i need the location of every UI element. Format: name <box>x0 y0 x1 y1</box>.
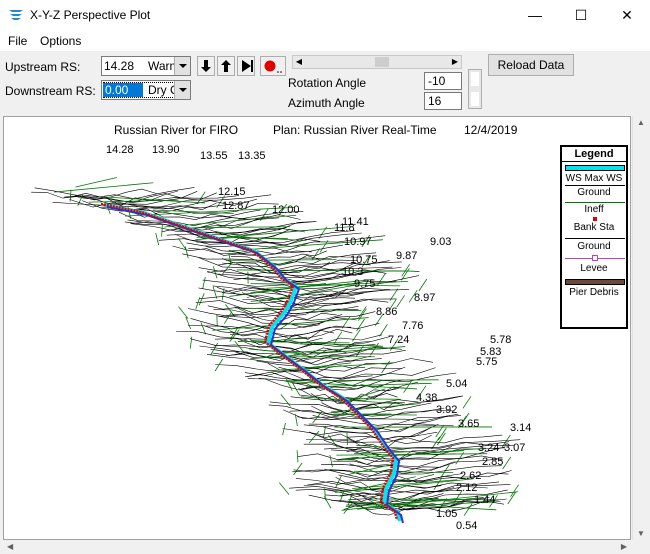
legend-swatch-ineff <box>565 202 625 203</box>
rs-label: 12.00 <box>272 204 300 216</box>
rs-label: 13.35 <box>238 150 266 162</box>
minimize-icon: — <box>528 7 542 23</box>
chevron-down-icon[interactable] <box>174 57 190 75</box>
rs-label: 11.8 <box>334 222 355 234</box>
angle-spinner[interactable] <box>468 69 482 109</box>
close-icon: ✕ <box>621 7 633 23</box>
menu-options[interactable]: Options <box>40 34 81 48</box>
rs-label: 13.90 <box>152 144 180 156</box>
downstream-label: Downstream RS: <box>5 84 96 98</box>
record-button[interactable] <box>260 56 286 76</box>
title-bar: X-Y-Z Perspective Plot — ☐ ✕ <box>0 0 650 31</box>
maximize-icon: ☐ <box>574 7 588 23</box>
play-icon <box>242 60 253 72</box>
rs-label: 9.87 <box>396 250 417 262</box>
downstream-rs-desc: Dry Cr <box>148 83 174 97</box>
rs-label: 2.62 <box>460 470 481 482</box>
upstream-rs-value: 14.28 <box>104 59 135 73</box>
play-button[interactable] <box>237 56 255 76</box>
rs-label: 10.3 <box>342 266 363 278</box>
azimuth-label: Azimuth Angle <box>288 96 365 110</box>
rs-label: 8.97 <box>414 292 435 304</box>
rs-label: 3.65 <box>458 418 479 430</box>
rs-label: 0.54 <box>456 520 477 532</box>
rs-label: 9.03 <box>430 236 451 248</box>
legend-item-ground-2: Ground <box>577 241 611 252</box>
rs-label: 3.92 <box>436 404 457 416</box>
reload-data-button[interactable]: Reload Data <box>488 54 574 76</box>
spin-up-icon[interactable] <box>471 72 479 86</box>
rs-label: 5.78 <box>490 334 511 346</box>
legend-swatch-pier <box>565 279 625 285</box>
horizontal-scrollbar[interactable]: ◀ ▶ <box>3 540 631 554</box>
arrow-up-button[interactable] <box>217 56 235 76</box>
animation-slider[interactable]: ◀ ▶ <box>292 55 462 69</box>
maximize-button[interactable]: ☐ <box>558 0 604 31</box>
scroll-left-icon[interactable]: ◀ <box>293 56 305 68</box>
app-icon <box>9 10 23 20</box>
rs-label: 14.28 <box>106 144 134 156</box>
legend-item-ground: Ground <box>577 187 611 198</box>
legend-swatch-ws <box>565 165 625 171</box>
upstream-rs-select[interactable]: 14.28 Warm <box>101 56 191 76</box>
legend-item-bank: Bank Sta <box>573 222 615 233</box>
scroll-left-icon[interactable]: ◀ <box>7 542 13 551</box>
rs-label: 7.24 <box>388 334 409 346</box>
menu-file[interactable]: File <box>8 34 27 48</box>
perspective-plot[interactable]: Russian River for FIRO Plan: Russian Riv… <box>3 116 631 540</box>
slider-thumb[interactable] <box>375 57 389 67</box>
toolbar: Upstream RS: 14.28 Warm Downstream RS: 0… <box>0 51 650 115</box>
rs-label: 3.07 <box>504 442 525 454</box>
legend-item-ineff: Ineff <box>584 204 604 215</box>
rs-label: 2.12 <box>456 482 477 494</box>
minimize-button[interactable]: — <box>512 0 558 31</box>
legend-item-levee: Levee <box>580 263 608 274</box>
downstream-rs-select[interactable]: 0.00 Dry Cr <box>101 80 191 100</box>
close-button[interactable]: ✕ <box>604 0 650 31</box>
rs-label: 3.24 <box>478 442 499 454</box>
legend-item-ws: WS Max WS <box>565 173 623 184</box>
rs-label: 4.38 <box>416 392 437 404</box>
rotation-label: Rotation Angle <box>288 76 367 90</box>
upstream-label: Upstream RS: <box>5 60 81 74</box>
legend-swatch-bank <box>593 217 597 221</box>
legend-title: Legend <box>562 147 626 162</box>
rs-label: 10.97 <box>344 236 372 248</box>
rs-label: 7.76 <box>402 320 423 332</box>
rs-label: 8.86 <box>376 306 397 318</box>
scroll-right-icon[interactable]: ▶ <box>621 542 627 551</box>
rs-label: 1.05 <box>436 508 457 520</box>
scroll-up-icon[interactable]: ▲ <box>637 118 645 127</box>
downstream-rs-value: 0.00 <box>103 83 143 97</box>
spin-down-icon[interactable] <box>471 92 479 106</box>
menu-bar: File Options <box>0 31 650 51</box>
record-icon <box>264 60 282 73</box>
chevron-down-icon[interactable] <box>174 81 190 99</box>
rs-label: 5.04 <box>446 378 467 390</box>
azimuth-angle-input[interactable]: 16 <box>424 92 462 110</box>
window-title: X-Y-Z Perspective Plot <box>30 8 151 22</box>
rs-label: 5.75 <box>476 356 497 368</box>
rs-label: 12.15 <box>218 186 246 198</box>
rs-label: 3.14 <box>510 422 531 434</box>
rs-label: 12.87 <box>222 200 250 212</box>
rs-label: 1.44 <box>474 494 495 506</box>
legend: Legend WS Max WS Ground Ineff Bank Sta G… <box>560 145 628 329</box>
rs-label: 10.75 <box>350 254 378 266</box>
plot-canvas: 14.28 13.90 13.55 13.3512.1512.87 12.0011.41… <box>31 144 531 532</box>
rs-label: 13.55 <box>200 150 228 162</box>
legend-item-pier: Pier Debris <box>569 287 619 298</box>
arrow-down-button[interactable] <box>197 56 215 76</box>
scroll-down-icon[interactable]: ▼ <box>637 529 645 538</box>
arrow-down-icon <box>201 60 211 72</box>
vertical-scrollbar[interactable]: ▲ ▼ <box>632 116 649 540</box>
arrow-up-icon <box>221 60 231 72</box>
rs-label: 2.85 <box>482 456 503 468</box>
rotation-angle-input[interactable]: -10 <box>424 72 462 90</box>
scroll-right-icon[interactable]: ▶ <box>449 56 461 68</box>
upstream-rs-desc: Warm <box>148 59 174 73</box>
rs-label: 9.75 <box>354 278 375 290</box>
